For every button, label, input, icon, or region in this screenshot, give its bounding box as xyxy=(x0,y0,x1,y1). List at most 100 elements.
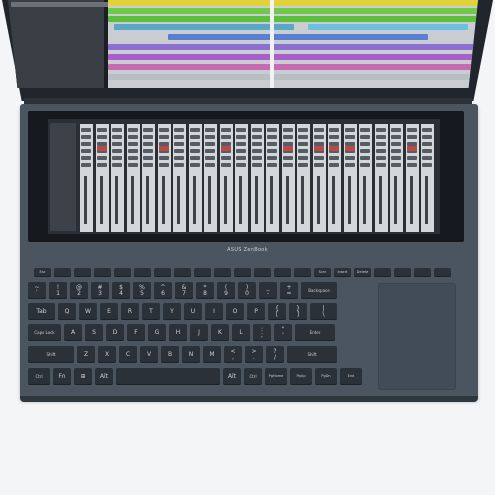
mixer-knob[interactable] xyxy=(313,163,324,167)
mixer-channel-strip[interactable] xyxy=(359,124,372,232)
key-shift[interactable]: Shift xyxy=(28,346,74,363)
mixer-knob[interactable] xyxy=(174,156,184,160)
volume-fader[interactable] xyxy=(425,176,428,224)
mixer-knob[interactable] xyxy=(329,163,339,167)
key-2[interactable]: @ 2 xyxy=(70,282,88,299)
key-symbol[interactable]: > . xyxy=(245,346,263,363)
mixer-channel-strip[interactable] xyxy=(80,124,93,232)
mixer-knob[interactable] xyxy=(360,135,370,139)
mixer-knob[interactable] xyxy=(329,128,339,132)
key-j[interactable]: J xyxy=(190,324,208,341)
key-l[interactable]: L xyxy=(232,324,250,341)
key-4[interactable]: $ 4 xyxy=(112,282,130,299)
key-i[interactable]: I xyxy=(205,303,223,320)
mixer-channel-strip[interactable] xyxy=(297,124,310,232)
volume-fader[interactable] xyxy=(146,176,149,224)
mixer-knob[interactable] xyxy=(360,128,370,132)
key-p[interactable]: P xyxy=(247,303,265,320)
mixer-knob[interactable] xyxy=(205,135,215,139)
key-3[interactable]: # 3 xyxy=(91,282,109,299)
mixer-knob[interactable] xyxy=(375,156,386,160)
volume-fader[interactable] xyxy=(161,176,165,224)
mixer-knob[interactable] xyxy=(96,135,107,139)
mixer-knob[interactable] xyxy=(391,149,401,153)
mixer-knob[interactable] xyxy=(96,163,107,167)
mixer-knob[interactable] xyxy=(344,135,355,139)
mixer-knob[interactable] xyxy=(251,128,262,132)
mixer-knob[interactable] xyxy=(127,149,138,153)
volume-fader[interactable] xyxy=(347,176,351,224)
mixer-knob[interactable] xyxy=(344,163,355,167)
mixer-knob[interactable] xyxy=(143,156,153,160)
key-alt[interactable]: Alt xyxy=(95,368,113,385)
mixer-knob[interactable] xyxy=(189,149,200,153)
key-end[interactable]: End xyxy=(340,368,362,385)
mixer-knob[interactable] xyxy=(143,142,153,146)
key-z[interactable]: Z xyxy=(77,346,95,363)
key-symbol[interactable]: < , xyxy=(224,346,242,363)
key-r[interactable]: R xyxy=(121,303,139,320)
mixer-knob[interactable] xyxy=(236,128,246,132)
volume-fader[interactable] xyxy=(254,176,258,224)
mixer-knob[interactable] xyxy=(143,163,153,167)
mixer-knob[interactable] xyxy=(158,135,169,139)
mixer-knob[interactable] xyxy=(406,156,417,160)
mixer-knob[interactable] xyxy=(127,142,138,146)
mixer-knob[interactable] xyxy=(143,149,153,153)
key-ctrl[interactable]: Ctrl xyxy=(28,368,50,385)
mixer-knob[interactable] xyxy=(406,128,417,132)
key-pghome[interactable]: PgHome xyxy=(265,368,287,385)
mixer-knob[interactable] xyxy=(391,142,401,146)
mixer-knob[interactable] xyxy=(220,163,231,167)
key-alt[interactable]: Alt xyxy=(223,368,241,385)
volume-fader[interactable] xyxy=(192,176,196,224)
key-backspace[interactable]: Backspace xyxy=(301,282,337,299)
key-7[interactable]: & 7 xyxy=(175,282,193,299)
mixer-knob[interactable] xyxy=(189,163,200,167)
mixer-knob[interactable] xyxy=(375,128,386,132)
mixer-knob[interactable] xyxy=(422,149,432,153)
mixer-knob[interactable] xyxy=(96,128,107,132)
mixer-knob[interactable] xyxy=(298,149,308,153)
mixer-knob[interactable] xyxy=(236,149,246,153)
key-symbol[interactable]: } ] xyxy=(289,303,307,320)
mixer-knob[interactable] xyxy=(127,135,138,139)
key-6[interactable]: ^ 6 xyxy=(154,282,172,299)
fn-key-19[interactable] xyxy=(394,268,411,277)
playhead-cursor[interactable] xyxy=(270,0,274,88)
mixer-knob[interactable] xyxy=(422,135,432,139)
key-s[interactable]: S xyxy=(85,324,103,341)
volume-fader[interactable] xyxy=(84,176,87,224)
key-y[interactable]: Y xyxy=(163,303,181,320)
mixer-knob[interactable] xyxy=(112,128,122,132)
mixer-knob[interactable] xyxy=(205,128,215,132)
mixer-knob[interactable] xyxy=(112,163,122,167)
mixer-channel-strip[interactable] xyxy=(266,124,279,232)
volume-fader[interactable] xyxy=(239,176,242,224)
key-k[interactable]: K xyxy=(211,324,229,341)
track-header-panel[interactable] xyxy=(8,0,357,88)
mixer-knob[interactable] xyxy=(313,128,324,132)
mixer-knob[interactable] xyxy=(112,142,122,146)
mixer-knob[interactable] xyxy=(174,163,184,167)
key-enter[interactable]: Enter xyxy=(295,324,335,341)
mixer-knob[interactable] xyxy=(391,156,401,160)
mixer-knob[interactable] xyxy=(127,163,138,167)
volume-fader[interactable] xyxy=(332,176,335,224)
key-x[interactable]: X xyxy=(98,346,116,363)
key-fn[interactable]: Fn xyxy=(53,368,71,385)
mixer-knob[interactable] xyxy=(360,142,370,146)
mixer-knob[interactable] xyxy=(313,135,324,139)
mixer-knob[interactable] xyxy=(375,142,386,146)
mixer-knob[interactable] xyxy=(329,135,339,139)
mixer-knob[interactable] xyxy=(298,142,308,146)
mixer-knob[interactable] xyxy=(236,142,246,146)
key-shift[interactable]: Shift xyxy=(287,346,337,363)
key-pgup[interactable]: PgUp xyxy=(290,368,312,385)
mixer-knob[interactable] xyxy=(375,135,386,139)
mixer-knob[interactable] xyxy=(112,149,122,153)
spacebar-key[interactable] xyxy=(116,368,220,385)
mixer-console-view[interactable] xyxy=(48,119,440,234)
mixer-knob[interactable] xyxy=(360,149,370,153)
mixer-knob[interactable] xyxy=(391,128,401,132)
